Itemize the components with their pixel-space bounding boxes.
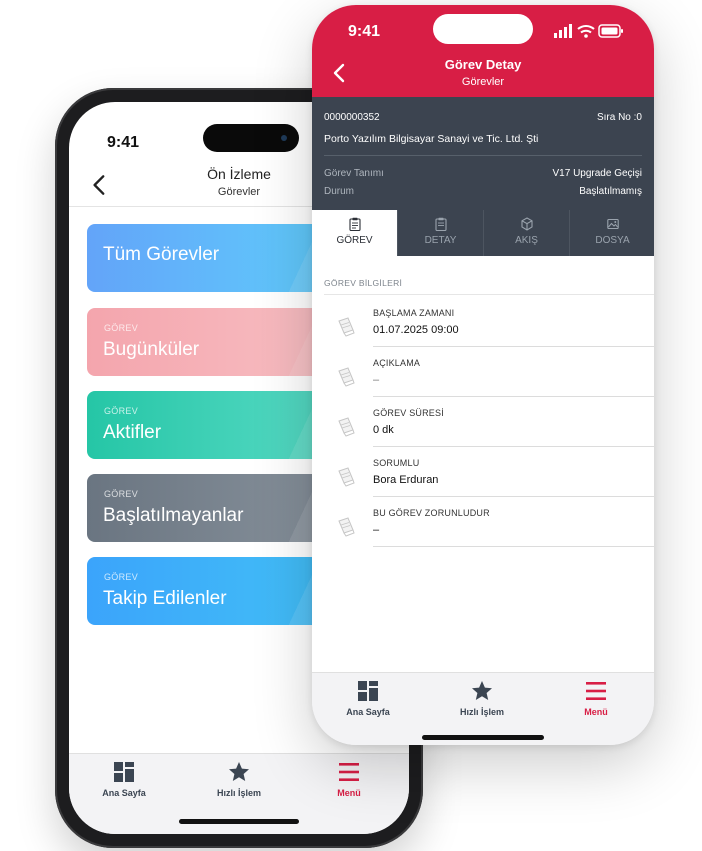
field-start-time: BAŞLAMA ZAMANI 01.07.2025 09:00 bbox=[336, 308, 654, 358]
info-value: V17 Upgrade Geçişi bbox=[552, 168, 643, 179]
task-code: 0000000352 bbox=[324, 112, 380, 123]
divider bbox=[373, 396, 654, 397]
card-kicker: GÖREV bbox=[104, 572, 139, 582]
tab-bar: Ana Sayfa Hızlı İşlem Menü bbox=[312, 672, 654, 745]
status-time: 9:41 bbox=[107, 134, 140, 151]
card-label: Bugünküler bbox=[103, 339, 200, 360]
wifi-icon bbox=[577, 25, 595, 38]
tab-label: Menü bbox=[584, 707, 608, 717]
note-icon bbox=[338, 517, 355, 537]
dynamic-island bbox=[203, 124, 299, 152]
tab-label: Hızlı İşlem bbox=[459, 707, 504, 717]
field-label: SORUMLU bbox=[373, 458, 420, 468]
field-value: – bbox=[373, 524, 380, 536]
field-value: – bbox=[373, 374, 380, 386]
tab-home[interactable]: Ana Sayfa bbox=[318, 679, 418, 717]
status-time: 9:41 bbox=[348, 23, 381, 40]
info-key: Durum bbox=[324, 186, 355, 197]
card-kicker: GÖREV bbox=[104, 406, 139, 416]
menu-icon bbox=[586, 682, 606, 700]
tab-label: GÖREV bbox=[336, 235, 373, 246]
task-summary-panel: 0000000352 Sıra No :0 Porto Yazılım Bilg… bbox=[312, 97, 654, 210]
divider bbox=[373, 446, 654, 447]
battery-icon bbox=[598, 24, 623, 38]
task-info-section: GÖREV BİLGİLERİ BAŞLAMA ZAMANI 01.07.202… bbox=[312, 256, 654, 672]
tab-quick-action[interactable]: Hızlı İşlem bbox=[432, 679, 532, 717]
field-label: BAŞLAMA ZAMANI bbox=[373, 308, 455, 318]
tab-bar: Ana Sayfa Hızlı İşlem Menü bbox=[69, 753, 409, 834]
tab-label: Ana Sayfa bbox=[102, 788, 146, 798]
tab-quick-action[interactable]: Hızlı İşlem bbox=[189, 760, 289, 798]
clipboard-icon bbox=[348, 217, 361, 231]
company-name: Porto Yazılım Bilgisayar Sanayi ve Tic. … bbox=[324, 133, 539, 145]
divider bbox=[324, 294, 654, 295]
home-indicator[interactable] bbox=[422, 735, 544, 740]
tab-menu[interactable]: Menü bbox=[299, 760, 399, 798]
field-duration: GÖREV SÜRESİ 0 dk bbox=[336, 408, 654, 458]
info-key: Görev Tanımı bbox=[324, 168, 384, 179]
detail-tabs: GÖREV DETAY AKIŞ DOSYA bbox=[312, 210, 654, 256]
page-subtitle: Görevler bbox=[461, 76, 505, 88]
divider bbox=[373, 496, 654, 497]
signal-icon bbox=[554, 24, 572, 38]
dynamic-island bbox=[433, 14, 533, 44]
image-icon bbox=[606, 218, 619, 230]
field-label: BU GÖREV ZORUNLUDUR bbox=[373, 508, 490, 518]
box-icon bbox=[520, 217, 533, 231]
tab-dosya[interactable]: DOSYA bbox=[569, 210, 654, 256]
tab-gorev[interactable]: GÖREV bbox=[312, 210, 397, 256]
divider bbox=[373, 346, 654, 347]
menu-icon bbox=[339, 763, 359, 781]
tab-detay[interactable]: DETAY bbox=[397, 210, 483, 256]
field-description: AÇIKLAMA – bbox=[336, 358, 654, 408]
tab-label: DOSYA bbox=[595, 235, 630, 246]
field-label: GÖREV SÜRESİ bbox=[373, 408, 444, 418]
home-indicator[interactable] bbox=[179, 819, 299, 824]
divider bbox=[373, 546, 654, 547]
card-kicker: GÖREV bbox=[104, 323, 139, 333]
header: 9:41 Görev Detay Görevler bbox=[312, 5, 654, 97]
tab-label: Hızlı İşlem bbox=[216, 788, 261, 798]
field-responsible: SORUMLU Bora Erduran bbox=[336, 458, 654, 508]
grid-icon bbox=[114, 762, 134, 782]
tab-label: Ana Sayfa bbox=[346, 707, 390, 717]
tab-label: AKIŞ bbox=[515, 235, 538, 246]
status-icons bbox=[554, 24, 623, 38]
clipboard-icon bbox=[434, 217, 447, 231]
camera-icon bbox=[281, 135, 287, 141]
card-kicker: GÖREV bbox=[104, 489, 139, 499]
card-label: Aktifler bbox=[103, 422, 162, 443]
card-label: Başlatılmayanlar bbox=[103, 505, 244, 526]
sequence-number: Sıra No :0 bbox=[596, 112, 642, 123]
tab-home[interactable]: Ana Sayfa bbox=[74, 760, 174, 798]
divider bbox=[324, 155, 642, 156]
tab-menu[interactable]: Menü bbox=[546, 679, 646, 717]
field-value: 01.07.2025 09:00 bbox=[373, 324, 459, 336]
star-icon bbox=[229, 762, 249, 781]
card-label: Tüm Görevler bbox=[103, 244, 220, 265]
field-value: Bora Erduran bbox=[373, 474, 439, 486]
note-icon bbox=[338, 317, 355, 337]
star-icon bbox=[472, 681, 492, 700]
field-mandatory: BU GÖREV ZORUNLUDUR – bbox=[336, 508, 654, 558]
front-phone: 9:41 Görev Detay Görevler 0000000352 Sır… bbox=[312, 5, 654, 745]
tab-label: Menü bbox=[337, 788, 361, 798]
section-title: GÖREV BİLGİLERİ bbox=[324, 278, 403, 288]
note-icon bbox=[338, 467, 355, 487]
note-icon bbox=[338, 417, 355, 437]
field-label: AÇIKLAMA bbox=[373, 358, 421, 368]
grid-icon bbox=[358, 681, 378, 701]
status-badge: Başlatılmamış bbox=[579, 186, 642, 197]
page-title: Görev Detay bbox=[444, 57, 522, 72]
tab-akis[interactable]: AKIŞ bbox=[483, 210, 569, 256]
card-label: Takip Edilenler bbox=[103, 588, 227, 609]
field-value: 0 dk bbox=[373, 424, 394, 436]
note-icon bbox=[338, 367, 355, 387]
tab-label: DETAY bbox=[424, 235, 457, 246]
